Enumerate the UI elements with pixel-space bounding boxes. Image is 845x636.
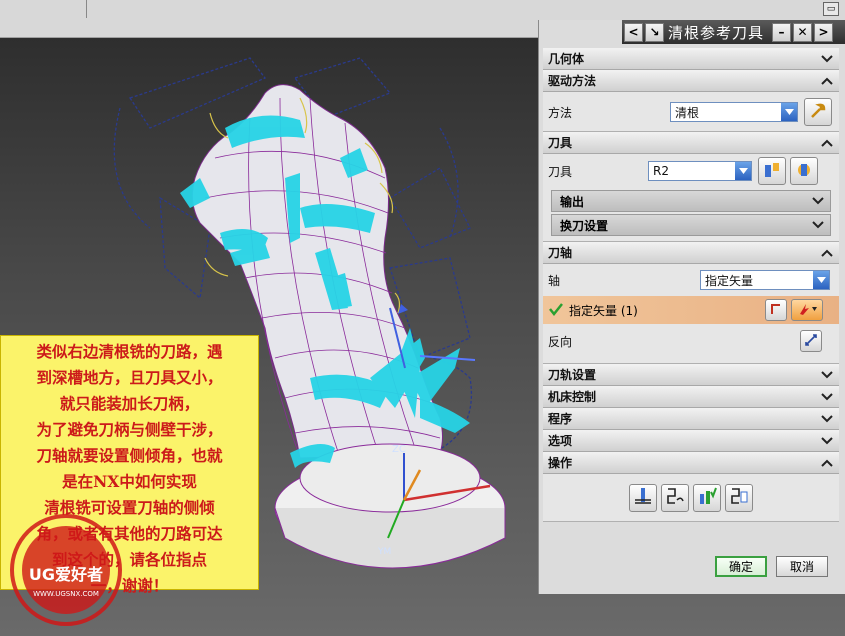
section-label: 程序 bbox=[548, 412, 573, 426]
lightning-vector-icon bbox=[796, 302, 818, 319]
section-label: 刀具 bbox=[548, 136, 573, 150]
reverse-direction-button[interactable] bbox=[800, 330, 822, 352]
subsection-label: 输出 bbox=[560, 194, 585, 209]
axis-select[interactable]: 指定矢量 bbox=[700, 270, 830, 290]
inferred-vector-button[interactable] bbox=[791, 299, 823, 321]
zc-label: ZC bbox=[392, 444, 406, 455]
replay-button[interactable] bbox=[661, 483, 689, 512]
axis-value: 指定矢量 bbox=[705, 273, 754, 288]
chevron-up-icon[interactable] bbox=[819, 245, 835, 261]
section-label: 机床控制 bbox=[548, 390, 597, 404]
tool-label: 刀具 bbox=[548, 164, 573, 179]
section-drive-method[interactable]: 驱动方法 bbox=[543, 70, 839, 92]
tool-select[interactable]: R2 bbox=[648, 161, 752, 181]
section-machine-control[interactable]: 机床控制 bbox=[543, 386, 839, 408]
tool-new-icon bbox=[795, 161, 813, 182]
ym-label: YM bbox=[377, 547, 391, 557]
chevron-down-icon[interactable] bbox=[810, 217, 826, 233]
watermark-brand: UG爱好者 bbox=[29, 565, 103, 584]
watermark-url: WWW.UGSNX.COM bbox=[33, 590, 99, 598]
note-line: 到深槽地方，且刀具又小， bbox=[36, 368, 223, 387]
collapse-icon[interactable]: – bbox=[772, 22, 792, 42]
replay-toolpath-icon bbox=[665, 486, 685, 510]
section-geometry[interactable]: 几何体 bbox=[543, 48, 839, 70]
section-program[interactable]: 程序 bbox=[543, 408, 839, 430]
dialog-titlebar[interactable]: < ↘ 清根参考刀具 – ✕ > bbox=[622, 20, 845, 44]
forward-arrow-icon[interactable]: > bbox=[814, 22, 834, 42]
verify-button[interactable] bbox=[693, 483, 721, 512]
toolbar-separator bbox=[86, 0, 87, 18]
note-line: 为了避免刀柄与侧壁干涉， bbox=[36, 420, 223, 439]
tool-edit-icon bbox=[763, 161, 781, 182]
checkmark-icon bbox=[549, 302, 563, 319]
subsection-toolchange[interactable]: 换刀设置 bbox=[551, 214, 831, 236]
dropdown-arrow-icon[interactable] bbox=[813, 271, 829, 289]
generate-button[interactable] bbox=[629, 483, 657, 512]
close-icon[interactable]: ✕ bbox=[793, 22, 813, 42]
dialog-title: 清根参考刀具 bbox=[668, 23, 765, 42]
specify-vector-row[interactable]: 指定矢量 (1) bbox=[543, 296, 839, 324]
method-select[interactable]: 清根 bbox=[670, 102, 798, 122]
verify-toolpath-icon bbox=[697, 486, 717, 510]
chevron-down-icon[interactable] bbox=[819, 51, 835, 67]
cancel-button[interactable]: 取消 bbox=[776, 556, 828, 577]
edit-tool-button[interactable] bbox=[758, 157, 786, 185]
note-line: 刀轴就要设置侧倾角，也就 bbox=[36, 446, 223, 465]
subsection-label: 换刀设置 bbox=[560, 218, 609, 233]
section-label: 几何体 bbox=[548, 52, 585, 66]
back-arrow-icon[interactable]: < bbox=[624, 22, 643, 42]
section-label: 刀轨设置 bbox=[548, 368, 597, 382]
chevron-down-icon[interactable] bbox=[819, 367, 835, 383]
ok-button[interactable]: 确定 bbox=[715, 556, 767, 577]
section-tool[interactable]: 刀具 bbox=[543, 132, 839, 154]
new-tool-button[interactable] bbox=[790, 157, 818, 185]
generate-toolpath-icon bbox=[633, 486, 653, 510]
actions-body bbox=[543, 474, 839, 522]
note-line: 类似右边清根铣的刀路，遇 bbox=[36, 342, 223, 361]
method-label: 方法 bbox=[548, 105, 573, 120]
chevron-up-icon[interactable] bbox=[819, 73, 835, 89]
tool-axis-body: 轴 指定矢量 指定矢量 (1) 反向 bbox=[543, 264, 839, 364]
subsection-output[interactable]: 输出 bbox=[551, 190, 831, 212]
dropdown-arrow-icon[interactable] bbox=[781, 103, 797, 121]
chevron-down-icon[interactable] bbox=[819, 433, 835, 449]
chevron-down-icon[interactable] bbox=[819, 411, 835, 427]
section-label: 驱动方法 bbox=[548, 74, 597, 88]
tool-value: R2 bbox=[653, 164, 669, 178]
reverse-label: 反向 bbox=[548, 334, 573, 349]
reverse-arrows-icon bbox=[804, 333, 818, 350]
section-options[interactable]: 选项 bbox=[543, 430, 839, 452]
method-value: 清根 bbox=[675, 105, 700, 120]
note-line: 就只能装加长刀柄， bbox=[59, 394, 200, 413]
ugsnx-watermark-logo: UG爱好者 WWW.UGSNX.COM bbox=[10, 514, 122, 626]
chevron-down-icon[interactable] bbox=[810, 193, 826, 209]
list-button[interactable] bbox=[725, 483, 753, 512]
edit-drive-method-button[interactable] bbox=[804, 98, 832, 126]
section-actions[interactable]: 操作 bbox=[543, 452, 839, 474]
drive-method-body: 方法 清根 bbox=[543, 92, 839, 132]
chevron-up-icon[interactable] bbox=[819, 455, 835, 471]
reset-arrow-icon[interactable]: ↘ bbox=[645, 22, 664, 42]
vector-dialog-button[interactable] bbox=[765, 299, 787, 321]
wrench-icon bbox=[809, 102, 827, 123]
tool-body: 刀具 R2 输出 换刀设置 bbox=[543, 154, 839, 242]
list-toolpath-icon bbox=[729, 486, 749, 510]
section-label: 操作 bbox=[548, 456, 573, 470]
pedestal-side bbox=[274, 507, 506, 569]
section-label: 选项 bbox=[548, 434, 573, 448]
window-restore-icon[interactable]: ▭ bbox=[823, 2, 839, 16]
note-line: 是在NX中如何实现 bbox=[62, 472, 197, 491]
axis-label: 轴 bbox=[548, 273, 561, 288]
vector-constructor-icon bbox=[769, 302, 783, 319]
specify-vector-label: 指定矢量 (1) bbox=[569, 303, 638, 318]
chevron-up-icon[interactable] bbox=[819, 135, 835, 151]
dialog-panel: 几何体 驱动方法 方法 清根 刀具 刀具 R2 输出 换刀设置 刀轴 轴 指定矢… bbox=[543, 48, 839, 522]
section-label: 刀轴 bbox=[548, 246, 573, 260]
dropdown-arrow-icon[interactable] bbox=[735, 162, 751, 180]
chevron-down-icon[interactable] bbox=[819, 389, 835, 405]
section-path-settings[interactable]: 刀轨设置 bbox=[543, 364, 839, 386]
section-tool-axis[interactable]: 刀轴 bbox=[543, 242, 839, 264]
